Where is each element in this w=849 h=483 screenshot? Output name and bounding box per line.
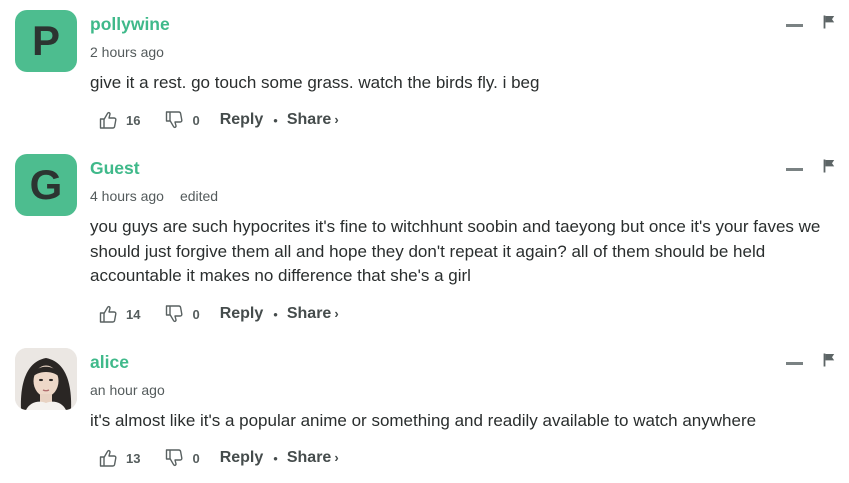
upvote-count: 16	[126, 112, 141, 128]
separator-dot: •	[273, 450, 278, 466]
minimize-icon[interactable]	[786, 168, 803, 171]
chevron-right-icon: ›	[334, 306, 339, 321]
flag-icon[interactable]	[823, 15, 835, 29]
comment-actions: 14 0 Reply • Share ›	[98, 304, 339, 324]
avatar[interactable]: P	[15, 10, 77, 72]
share-button[interactable]: Share ›	[287, 449, 339, 467]
reply-button[interactable]: Reply	[220, 305, 264, 323]
comment-timestamp[interactable]: 4 hours ago	[90, 188, 164, 204]
comment-body: you guys are such hypocrites it's fine t…	[90, 217, 821, 285]
reply-button[interactable]: Reply	[220, 449, 264, 467]
comment-timestamp[interactable]: an hour ago	[90, 382, 165, 398]
thumbs-up-icon[interactable]	[98, 110, 118, 130]
avatar[interactable]	[15, 348, 77, 410]
avatar-photo	[15, 348, 77, 410]
share-button[interactable]: Share ›	[287, 305, 339, 323]
comment-body: it's almost like it's a popular anime or…	[90, 411, 757, 430]
separator-dot: •	[273, 306, 278, 322]
downvote-count: 0	[192, 306, 200, 322]
thumbs-up-icon[interactable]	[98, 448, 118, 468]
separator-dot: •	[273, 112, 278, 128]
comment-actions: 13 0 Reply • Share ›	[98, 448, 339, 468]
share-label: Share	[286, 111, 332, 128]
flag-icon[interactable]	[823, 353, 835, 367]
avatar[interactable]: G	[15, 154, 77, 216]
comment-meta: an hour ago	[90, 382, 165, 398]
avatar-letter: G	[29, 161, 63, 208]
downvote-group: 0	[164, 110, 200, 130]
share-button[interactable]: Share ›	[287, 111, 339, 129]
comment-timestamp[interactable]: 2 hours ago	[90, 44, 164, 60]
comment-author[interactable]: pollywine	[90, 14, 170, 35]
comment-author[interactable]: alice	[90, 352, 129, 373]
downvote-group: 0	[164, 448, 200, 468]
share-label: Share	[286, 305, 332, 322]
upvote-count: 14	[126, 306, 141, 322]
minimize-icon[interactable]	[786, 362, 803, 365]
comment-meta: 4 hours ago edited	[90, 188, 218, 204]
edited-label: edited	[179, 188, 219, 204]
reply-button[interactable]: Reply	[220, 111, 264, 129]
downvote-count: 0	[192, 112, 200, 128]
thumbs-up-icon[interactable]	[98, 304, 118, 324]
flag-icon[interactable]	[823, 159, 835, 173]
comment-body: give it a rest. go touch some grass. wat…	[90, 73, 540, 92]
minimize-icon[interactable]	[786, 24, 803, 27]
share-label: Share	[286, 449, 332, 466]
chevron-right-icon: ›	[334, 112, 339, 127]
upvote-count: 13	[126, 450, 141, 466]
thumbs-down-icon[interactable]	[164, 110, 184, 130]
chevron-right-icon: ›	[334, 450, 339, 465]
thumbs-down-icon[interactable]	[164, 304, 184, 324]
comment-actions: 16 0 Reply • Share ›	[98, 110, 339, 130]
comment-author[interactable]: Guest	[90, 158, 140, 179]
downvote-group: 0	[164, 304, 200, 324]
comment-meta: 2 hours ago	[90, 44, 164, 60]
thumbs-down-icon[interactable]	[164, 448, 184, 468]
avatar-letter: P	[31, 17, 60, 64]
downvote-count: 0	[192, 450, 200, 466]
